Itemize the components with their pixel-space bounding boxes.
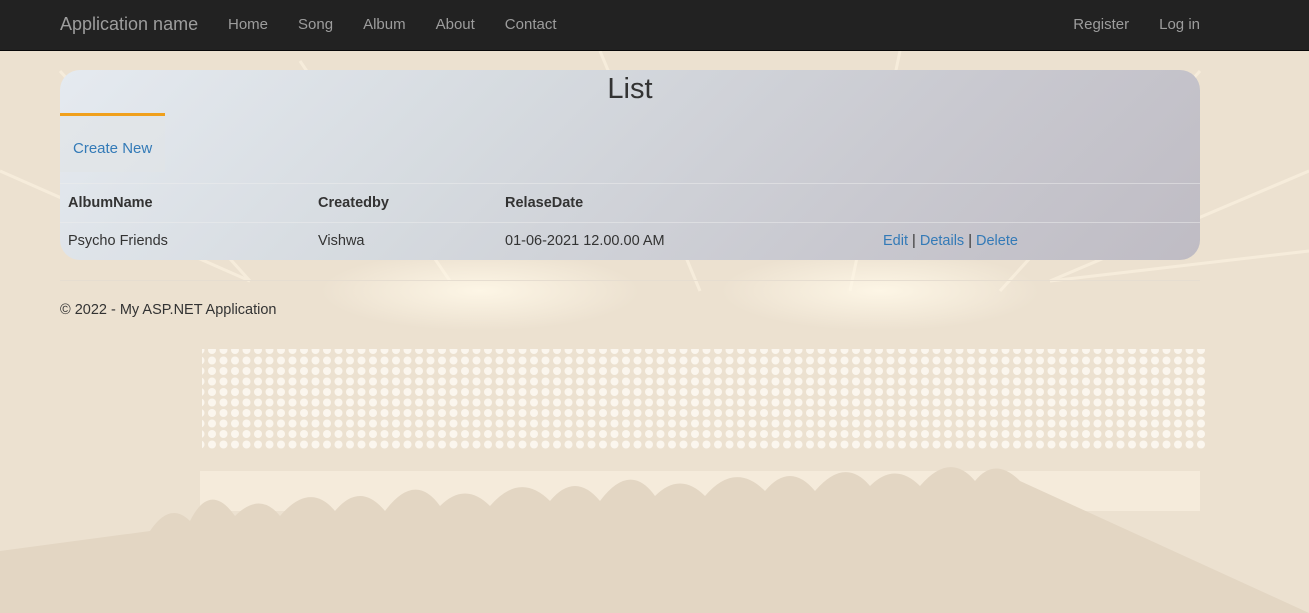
- action-separator: |: [968, 233, 972, 249]
- footer-text: © 2022 - My ASP.NET Application: [60, 302, 277, 318]
- nav-home[interactable]: Home: [213, 0, 283, 49]
- cell-created-by: Vishwa: [310, 222, 497, 260]
- account-nav: Register Log in: [1058, 0, 1215, 49]
- nav-login[interactable]: Log in: [1144, 0, 1215, 49]
- page-title: List: [607, 73, 653, 105]
- album-table: AlbumName Createdby RelaseDate Psycho Fr…: [60, 183, 1200, 260]
- create-new-tab: Create New: [60, 113, 165, 172]
- footer-divider: [60, 280, 1200, 281]
- header-actions: [875, 183, 1200, 223]
- table-row: Psycho Friends Vishwa 01-06-2021 12.00.0…: [60, 222, 1200, 260]
- cell-actions: Edit | Details | Delete: [875, 222, 1200, 260]
- action-separator: |: [912, 233, 916, 249]
- header-album-name: AlbumName: [60, 183, 310, 223]
- cell-album-name: Psycho Friends: [60, 222, 310, 260]
- nav-song[interactable]: Song: [283, 0, 348, 49]
- top-navbar: Application name Home Song Album About C…: [0, 0, 1309, 51]
- details-link[interactable]: Details: [920, 233, 964, 249]
- nav-contact[interactable]: Contact: [490, 0, 572, 49]
- album-list-panel: List Create New AlbumName Createdby Rela…: [60, 70, 1200, 260]
- nav-register[interactable]: Register: [1058, 0, 1144, 49]
- edit-link[interactable]: Edit: [883, 233, 908, 249]
- cell-release-date: 01-06-2021 12.00.00 AM: [497, 222, 875, 260]
- nav-album[interactable]: Album: [348, 0, 421, 49]
- table-header-row: AlbumName Createdby RelaseDate: [60, 183, 1200, 223]
- header-created-by: Createdby: [310, 183, 497, 223]
- nav-about[interactable]: About: [421, 0, 490, 49]
- delete-link[interactable]: Delete: [976, 233, 1018, 249]
- main-nav: Home Song Album About Contact: [213, 0, 572, 49]
- brand-link[interactable]: Application name: [60, 14, 198, 35]
- create-new-link[interactable]: Create New: [73, 140, 152, 157]
- header-release-date: RelaseDate: [497, 183, 875, 223]
